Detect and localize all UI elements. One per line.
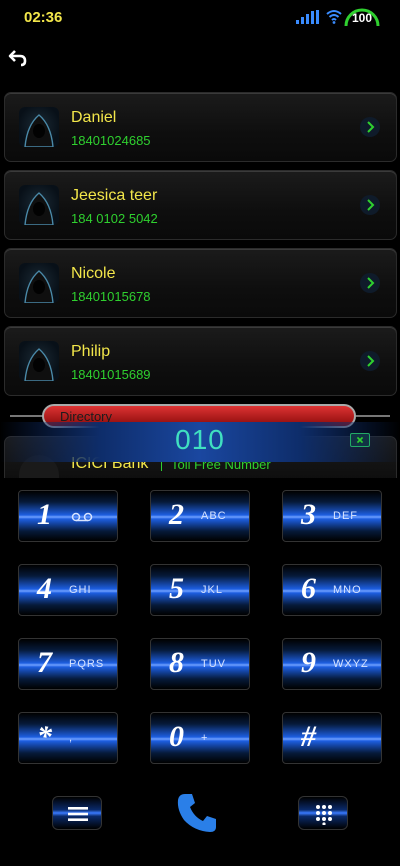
hacker-avatar-icon [19,185,59,225]
key-5[interactable]: 5 JKL [150,564,250,616]
key-star[interactable]: * , [18,712,118,764]
status-bar: 02:36 100 [0,0,400,36]
signal-icon [296,10,319,24]
chevron-right-icon[interactable] [360,351,380,371]
key-letters: + [201,732,209,744]
key-6[interactable]: 6 MNO [282,564,382,616]
contact-row[interactable]: Philip 18401015689 [4,326,397,396]
key-9[interactable]: 9 WXYZ [282,638,382,690]
key-digit: 4 [37,572,52,605]
key-letters: ABC [201,510,227,522]
contact-number: 18401024685 [71,133,151,148]
keypad: 1 2 ABC 3 DEF 4 GHI 5 JKL 6 MNO 7 PQRS 8… [0,478,400,866]
key-digit: 0 [169,720,184,753]
key-digit: 3 [301,498,316,531]
hacker-avatar-icon [19,341,59,381]
key-letters: DEF [333,510,358,522]
back-arrow-icon[interactable] [8,49,28,67]
key-digit: 2 [169,498,184,531]
phone-call-icon[interactable] [174,790,220,836]
contact-name: Philip [71,343,111,360]
key-letters: WXYZ [333,658,369,670]
contact-number: 18401015678 [71,289,151,304]
key-letters: TUV [201,658,226,670]
key-digit: 1 [37,498,52,531]
key-digit: 5 [169,572,184,605]
key-letters: , [69,732,74,744]
key-digit: 7 [37,646,52,679]
dial-display: 010 [0,422,400,462]
key-letters: PQRS [69,658,105,670]
menu-icon [68,807,88,821]
hacker-avatar-icon [19,107,59,147]
key-letters: GHI [69,584,92,596]
contact-row[interactable]: Daniel 18401024685 [4,92,397,162]
voicemail-icon [71,512,93,522]
dialed-number: 010 [175,424,225,455]
contact-row[interactable]: Jeesica teer 184 0102 5042 [4,170,397,240]
contact-number: 18401015689 [71,367,151,382]
delete-icon[interactable] [350,433,370,447]
divider [356,415,390,417]
contact-number: 184 0102 5042 [71,211,158,226]
chevron-right-icon[interactable] [360,117,380,137]
key-letters: JKL [201,584,223,596]
contact-name: Daniel [71,109,117,126]
chevron-right-icon[interactable] [360,273,380,293]
status-time: 02:36 [24,9,63,26]
key-letters: MNO [333,584,362,596]
key-hash[interactable]: # [282,712,382,764]
key-0[interactable]: 0 + [150,712,250,764]
dialpad-toggle-button[interactable] [298,796,348,830]
key-digit: 9 [301,646,316,679]
hacker-avatar-icon [19,263,59,303]
key-3[interactable]: 3 DEF [282,490,382,542]
key-digit: # [301,720,316,753]
battery-icon: 100 [343,8,381,28]
battery-level: 100 [351,11,373,25]
key-4[interactable]: 4 GHI [18,564,118,616]
key-7[interactable]: 7 PQRS [18,638,118,690]
key-digit: 8 [169,646,184,679]
key-digit: * [37,720,52,753]
contact-row[interactable]: Nicole 18401015678 [4,248,397,318]
dialpad-icon [316,805,332,825]
menu-button[interactable] [52,796,102,830]
wifi-icon [326,10,342,24]
divider [10,415,44,417]
key-8[interactable]: 8 TUV [150,638,250,690]
chevron-right-icon[interactable] [360,195,380,215]
contact-name: Jeesica teer [71,187,158,204]
key-2[interactable]: 2 ABC [150,490,250,542]
key-digit: 6 [301,572,316,605]
key-1[interactable]: 1 [18,490,118,542]
contact-name: Nicole [71,265,116,282]
